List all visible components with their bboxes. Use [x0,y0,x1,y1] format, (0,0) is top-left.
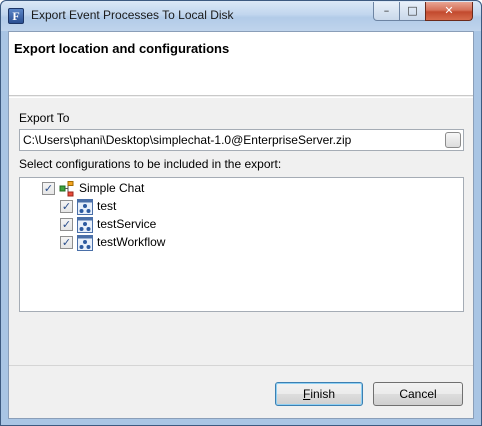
footer-divider [9,365,473,366]
config-icon [77,217,93,233]
tree-root-label: Simple Chat [79,181,145,195]
export-path-value: C:\Users\phani\Desktop\simplechat-1.0@En… [23,133,352,147]
cancel-button[interactable]: Cancel [373,382,463,406]
tree-item-test[interactable]: ✓ test [60,198,260,216]
project-icon [59,181,74,197]
config-icon [77,235,93,251]
tree-item-label: testService [97,217,157,231]
banner-title: Export location and configurations [14,41,230,56]
configurations-label: Select configurations to be included in … [19,157,282,171]
finish-label: inish [310,387,336,401]
testservice-checkbox[interactable]: ✓ [60,218,73,231]
finish-button[interactable]: Finish [275,382,363,406]
tree-item-testworkflow[interactable]: ✓ testWorkflow [60,234,260,252]
title-bar[interactable]: F Export Event Processes To Local Disk –… [1,1,481,31]
browse-button[interactable] [445,132,461,148]
configurations-tree[interactable]: ✓ Simple Chat ✓ test ✓ testService ✓ tes… [19,177,464,312]
config-icon [77,199,93,215]
export-to-label: Export To [19,111,70,125]
dialog-banner: Export location and configurations [9,32,473,96]
tree-item-label: testWorkflow [97,235,166,249]
banner-divider [9,97,473,98]
root-checkbox[interactable]: ✓ [42,182,55,195]
testworkflow-checkbox[interactable]: ✓ [60,236,73,249]
maximize-button[interactable]: □ [399,2,426,21]
window-title: Export Event Processes To Local Disk [31,8,234,22]
tree-item-testservice[interactable]: ✓ testService [60,216,260,234]
export-dialog-window: F Export Event Processes To Local Disk –… [0,0,482,426]
test-checkbox[interactable]: ✓ [60,200,73,213]
minimize-button[interactable]: – [373,2,400,21]
app-icon: F [8,8,24,24]
tree-item-label: test [97,199,117,213]
tree-root-item[interactable]: ✓ Simple Chat [42,180,242,198]
export-path-field[interactable]: C:\Users\phani\Desktop\simplechat-1.0@En… [19,129,464,151]
close-button[interactable]: ✕ [425,2,473,21]
dialog-client-area: Export location and configurations Expor… [8,31,474,419]
